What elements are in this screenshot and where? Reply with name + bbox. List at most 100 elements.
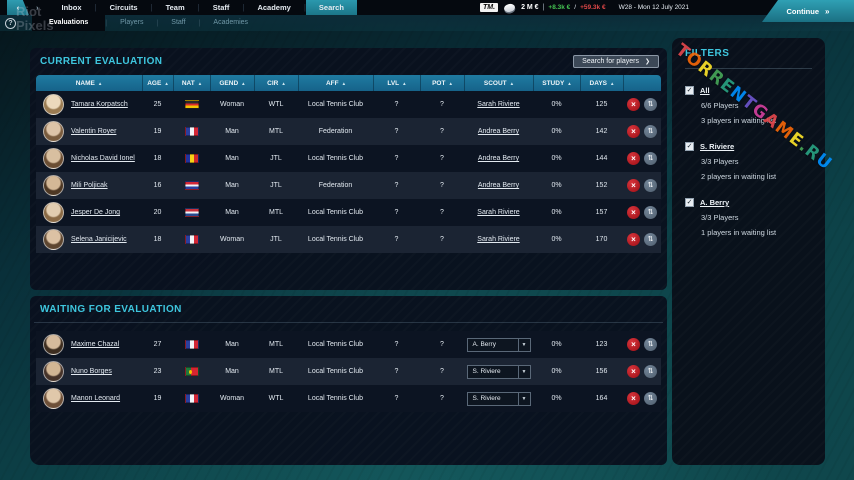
sub-nav-tab-players[interactable]: Players [107, 15, 156, 31]
column-header-gend[interactable]: GEND▲ [210, 75, 254, 91]
filter-checkbox-s-riviere[interactable]: ✓ [685, 142, 694, 151]
scout-select[interactable]: A. Berry▼ [467, 338, 531, 352]
player-potential: ? [420, 155, 464, 162]
column-header-pot[interactable]: POT▲ [420, 75, 464, 91]
remove-player-button[interactable]: × [627, 365, 640, 378]
reassign-scout-button[interactable]: ⇅ [644, 179, 657, 192]
column-header-days[interactable]: DAYS▲ [580, 75, 623, 91]
player-nationality [173, 181, 210, 190]
sort-arrow-icon: ▲ [198, 81, 202, 86]
reassign-scout-button[interactable]: ⇅ [644, 98, 657, 111]
filter-groups: ✓All6/6 Players3 players in waiting list… [685, 86, 812, 237]
player-level: ? [373, 368, 420, 375]
filter-label-a-berry[interactable]: A. Berry [700, 198, 729, 207]
scout-select[interactable]: S. Riviere▼ [467, 365, 531, 379]
reassign-scout-button[interactable]: ⇅ [644, 125, 657, 138]
player-name-link[interactable]: Tamara Korpatsch [71, 101, 128, 108]
row-actions: × ⇅ [623, 179, 661, 192]
player-name-link[interactable]: Jesper De Jong [71, 209, 120, 216]
player-row: Nicholas David Ionel 18 Man JTL Local Te… [36, 145, 661, 172]
column-header-scout[interactable]: SCOUT▲ [464, 75, 533, 91]
sub-nav-tab-evaluations[interactable]: Evaluations [32, 15, 105, 31]
player-name-link[interactable]: Manon Leonard [71, 395, 120, 402]
study-progress: 0% [533, 182, 580, 189]
filter-checkbox-a-berry[interactable]: ✓ [685, 198, 694, 207]
player-level: ? [373, 128, 420, 135]
reassign-scout-button[interactable]: ⇅ [644, 152, 657, 165]
player-gender: Man [210, 368, 254, 375]
search-for-players-button[interactable]: Search for players ❯ [573, 55, 659, 68]
player-name-link[interactable]: Mili Poljicak [71, 182, 108, 189]
current-evaluation-rows: Tamara Korpatsch 25 Woman WTL Local Tenn… [36, 91, 661, 253]
sort-arrow-icon: ▲ [610, 81, 614, 86]
column-label: AFF [326, 80, 339, 87]
sort-arrow-icon: ▲ [241, 81, 245, 86]
remove-player-button[interactable]: × [627, 233, 640, 246]
reassign-scout-button[interactable]: ⇅ [644, 392, 657, 405]
column-header-age[interactable]: AGE▲ [142, 75, 173, 91]
sort-arrow-icon: ▲ [281, 81, 285, 86]
remove-player-button[interactable]: × [627, 392, 640, 405]
remove-player-button[interactable]: × [627, 125, 640, 138]
remove-player-button[interactable]: × [627, 206, 640, 219]
column-header-cir[interactable]: CIR▲ [254, 75, 298, 91]
column-header-nat[interactable]: NAT▲ [173, 75, 210, 91]
scout-link[interactable]: Sarah Riviere [477, 209, 519, 216]
reassign-scout-button[interactable]: ⇅ [644, 365, 657, 378]
continue-button[interactable]: Continue » [762, 0, 854, 22]
scout-link[interactable]: Sarah Riviere [477, 101, 519, 108]
top-nav-tab-inbox[interactable]: Inbox [49, 0, 95, 15]
reassign-scout-button[interactable]: ⇅ [644, 206, 657, 219]
remove-player-button[interactable]: × [627, 152, 640, 165]
column-header-study[interactable]: STUDY▲ [533, 75, 580, 91]
sort-arrow-icon: ▲ [510, 81, 514, 86]
top-nav-tab-circuits[interactable]: Circuits [97, 0, 151, 15]
column-header-name[interactable]: NAME▲ [36, 75, 142, 91]
help-icon[interactable]: ? [5, 18, 16, 29]
top-nav-tab-staff[interactable]: Staff [200, 0, 243, 15]
days-count: 156 [580, 368, 623, 375]
player-name-link[interactable]: Nicholas David Ionel [71, 155, 135, 162]
column-header-aff[interactable]: AFF▲ [298, 75, 373, 91]
remove-player-button[interactable]: × [627, 338, 640, 351]
forward-button[interactable]: › [32, 3, 43, 12]
top-nav-tab-search[interactable]: Search [306, 0, 357, 15]
study-progress: 0% [533, 155, 580, 162]
scout-link[interactable]: Sarah Riviere [477, 236, 519, 243]
player-gender: Woman [210, 236, 254, 243]
scout-select[interactable]: S. Riviere▼ [467, 392, 531, 406]
player-circuit: WTL [254, 395, 298, 402]
player-row: Maxime Chazal 27 Man MTL Local Tennis Cl… [36, 331, 661, 358]
player-gender: Man [210, 209, 254, 216]
back-button[interactable]: ‹ [7, 0, 29, 15]
filter-checkbox-all[interactable]: ✓ [685, 86, 694, 95]
player-name-cell: Tamara Korpatsch [36, 94, 142, 115]
player-age: 25 [142, 101, 173, 108]
reassign-scout-button[interactable]: ⇅ [644, 338, 657, 351]
top-nav-tab-academy[interactable]: Academy [244, 0, 303, 15]
top-nav-tab-team[interactable]: Team [153, 0, 198, 15]
player-affiliation: Federation [298, 182, 373, 189]
player-gender: Woman [210, 101, 254, 108]
player-circuit: MTL [254, 368, 298, 375]
player-name-link[interactable]: Valentin Royer [71, 128, 116, 135]
player-scout-cell: S. Riviere▼ [464, 365, 533, 379]
scout-link[interactable]: Andrea Berry [478, 182, 519, 189]
row-actions: × ⇅ [623, 206, 661, 219]
filter-label-s-riviere[interactable]: S. Riviere [700, 142, 734, 151]
scout-link[interactable]: Andrea Berry [478, 155, 519, 162]
player-name-link[interactable]: Nuno Borges [71, 368, 112, 375]
remove-player-button[interactable]: × [627, 98, 640, 111]
sort-arrow-icon: ▲ [448, 81, 452, 86]
player-circuit: JTL [254, 155, 298, 162]
scout-link[interactable]: Andrea Berry [478, 128, 519, 135]
current-evaluation-table: NAME▲AGE▲NAT▲GEND▲CIR▲AFF▲LVL▲POT▲SCOUT▲… [30, 75, 667, 253]
sub-nav-tab-staff[interactable]: Staff [158, 15, 198, 31]
column-header-lvl[interactable]: LVL▲ [373, 75, 420, 91]
reassign-scout-button[interactable]: ⇅ [644, 233, 657, 246]
remove-player-button[interactable]: × [627, 179, 640, 192]
player-name-link[interactable]: Selena Janicijevic [71, 236, 127, 243]
player-name-link[interactable]: Maxime Chazal [71, 341, 119, 348]
filter-label-all[interactable]: All [700, 86, 710, 95]
sub-nav-tab-academies[interactable]: Academies [200, 15, 261, 31]
